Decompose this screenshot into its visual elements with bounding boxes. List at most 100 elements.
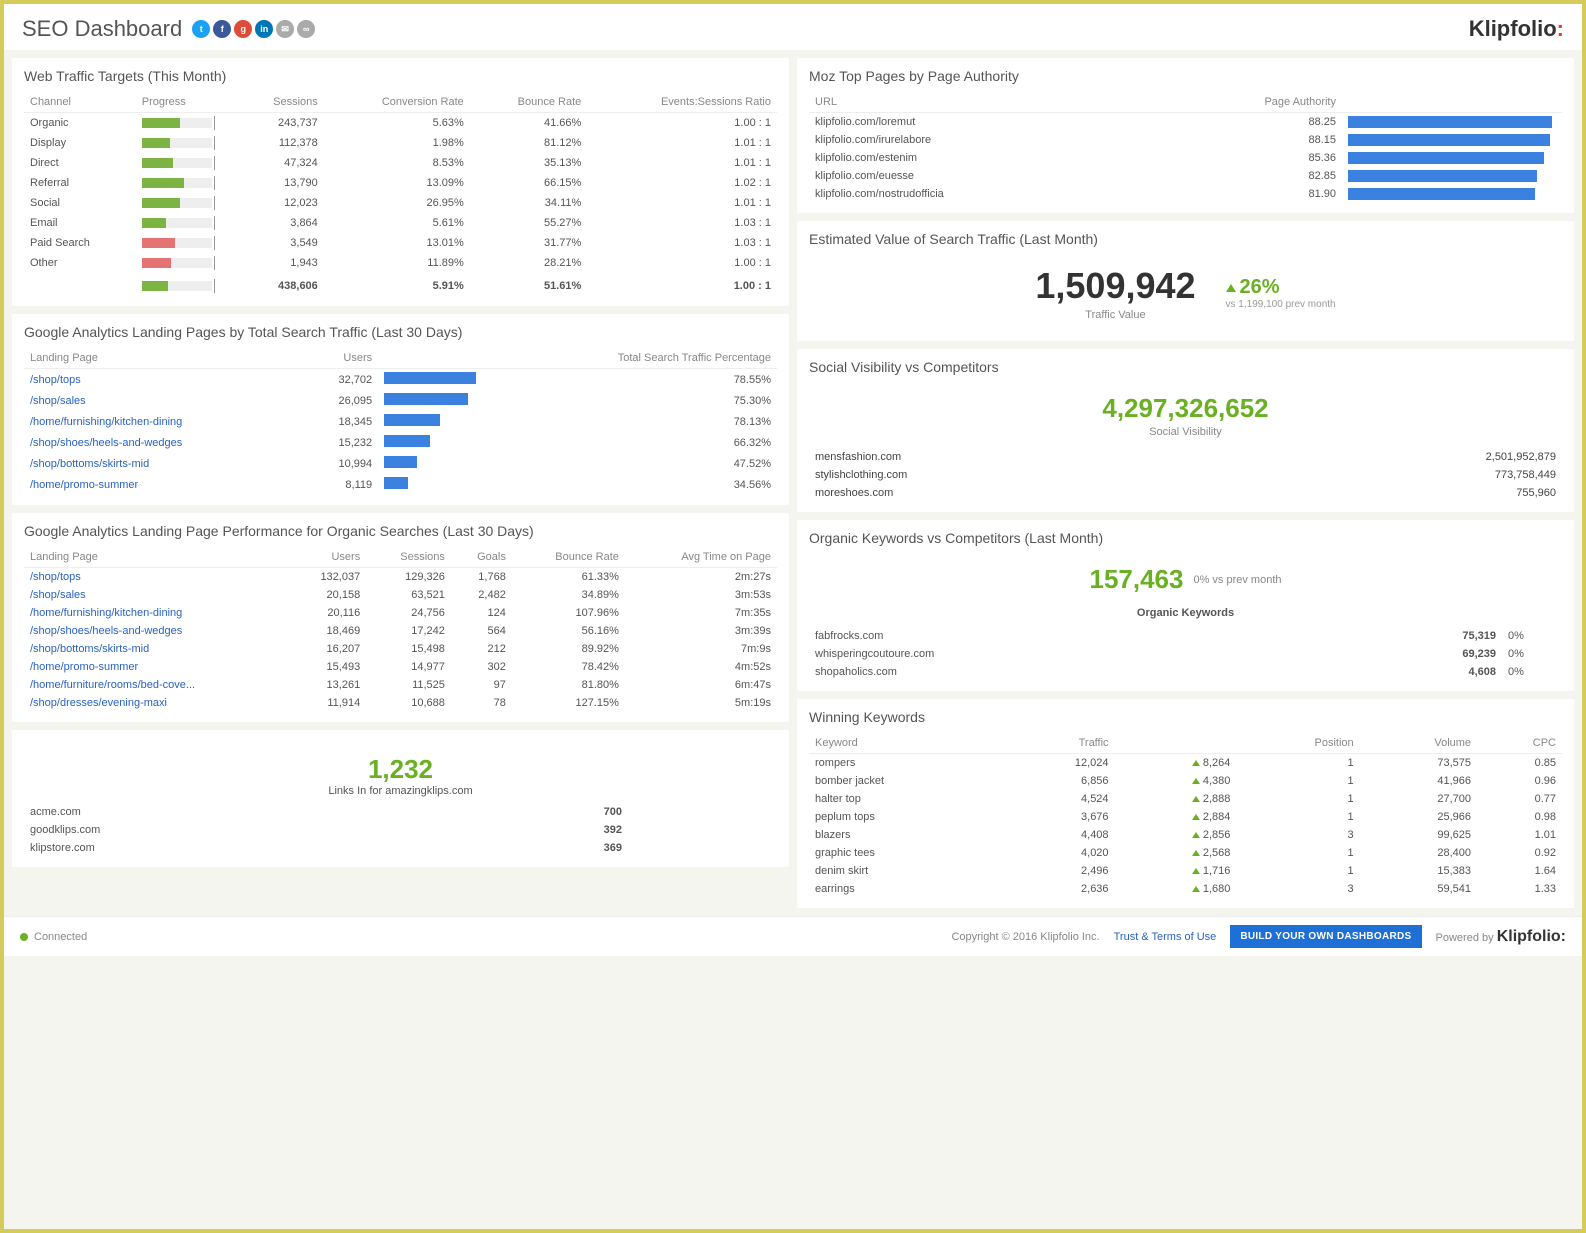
table-row: /home/promo-summer 15,493 14,977 302 78.… xyxy=(24,658,777,676)
up-icon xyxy=(1192,796,1200,802)
winning-panel: Winning Keywords Keyword Traffic Positio… xyxy=(797,699,1574,908)
social-icons: t f g in ✉ ∞ xyxy=(192,20,315,38)
panel-title: Social Visibility vs Competitors xyxy=(809,359,1562,375)
copyright: Copyright © 2016 Klipfolio Inc. xyxy=(951,931,1099,943)
traffic-targets-panel: Web Traffic Targets (This Month) Channel… xyxy=(12,58,789,306)
panel-title: Web Traffic Targets (This Month) xyxy=(24,68,777,84)
up-icon xyxy=(1192,778,1200,784)
table-row: klipfolio.com/estenim 85.36 xyxy=(809,149,1562,167)
table-row: /shop/dresses/evening-maxi 11,914 10,688… xyxy=(24,694,777,712)
table-row: /shop/shoes/heels-and-wedges 18,469 17,2… xyxy=(24,622,777,640)
org-kw-label: Organic Keywords xyxy=(809,607,1562,619)
landing-perf-panel: Google Analytics Landing Page Performanc… xyxy=(12,513,789,722)
table-row: bomber jacket 6,856 4,380 1 41,966 0.96 xyxy=(809,772,1562,790)
up-icon xyxy=(1192,886,1200,892)
table-row: /home/promo-summer 8,119 34.56% xyxy=(24,474,777,495)
gplus-icon[interactable]: g xyxy=(234,20,252,38)
traffic-value: 1,509,942 xyxy=(1035,265,1195,307)
table-row: Organic 243,737 5.63% 41.66% 1.00 : 1 xyxy=(24,113,777,134)
panel-title: Moz Top Pages by Page Authority xyxy=(809,68,1562,84)
links-in-label: Links In for amazingklips.com xyxy=(24,785,777,797)
moz-table: URL Page Authority klipfolio.com/loremut… xyxy=(809,92,1562,203)
table-row: halter top 4,524 2,888 1 27,700 0.77 xyxy=(809,790,1562,808)
social-vis-value: 4,297,326,652 xyxy=(809,393,1562,424)
table-row: fabfrocks.com 75,319 0% xyxy=(809,627,1562,645)
twitter-icon[interactable]: t xyxy=(192,20,210,38)
facebook-icon[interactable]: f xyxy=(213,20,231,38)
org-keywords-panel: Organic Keywords vs Competitors (Last Mo… xyxy=(797,520,1574,691)
table-row: /home/furnishing/kitchen-dining 18,345 7… xyxy=(24,411,777,432)
table-row: klipfolio.com/irurelabore 88.15 xyxy=(809,131,1562,149)
table-row: Email 3,864 5.61% 55.27% 1.03 : 1 xyxy=(24,213,777,233)
table-row: Direct 47,324 8.53% 35.13% 1.01 : 1 xyxy=(24,153,777,173)
up-icon xyxy=(1192,868,1200,874)
traffic-delta-sub: vs 1,199,100 prev month xyxy=(1226,299,1336,310)
est-value-panel: Estimated Value of Search Traffic (Last … xyxy=(797,221,1574,341)
traffic-targets-table: Channel Progress Sessions Conversion Rat… xyxy=(24,92,777,296)
table-row: klipfolio.com/euesse 82.85 xyxy=(809,167,1562,185)
up-icon xyxy=(1226,284,1236,292)
links-in-panel: 1,232 Links In for amazingklips.com acme… xyxy=(12,730,789,867)
landing-perf-table: Landing Page Users Sessions Goals Bounce… xyxy=(24,547,777,712)
table-row: Social 12,023 26.95% 34.11% 1.01 : 1 xyxy=(24,193,777,213)
table-row: Other 1,943 11.89% 28.21% 1.00 : 1 xyxy=(24,253,777,273)
table-row: /shop/bottoms/skirts-mid 10,994 47.52% xyxy=(24,453,777,474)
table-row: klipfolio.com/nostrudofficia 81.90 xyxy=(809,185,1562,203)
terms-link[interactable]: Trust & Terms of Use xyxy=(1114,931,1217,943)
org-kw-value: 157,463 xyxy=(1089,564,1183,595)
table-row: Display 112,378 1.98% 81.12% 1.01 : 1 xyxy=(24,133,777,153)
table-row: peplum tops 3,676 2,884 1 25,966 0.98 xyxy=(809,808,1562,826)
table-row: whisperingcoutoure.com 69,239 0% xyxy=(809,645,1562,663)
up-icon xyxy=(1192,832,1200,838)
landing-pages-panel: Google Analytics Landing Pages by Total … xyxy=(12,314,789,505)
table-row: goodklips.com 392 xyxy=(24,821,777,839)
panel-title: Organic Keywords vs Competitors (Last Mo… xyxy=(809,530,1562,546)
panel-title: Google Analytics Landing Pages by Total … xyxy=(24,324,777,340)
up-icon xyxy=(1192,760,1200,766)
table-row: /shop/tops 32,702 78.55% xyxy=(24,369,777,391)
linkedin-icon[interactable]: in xyxy=(255,20,273,38)
table-row: /shop/sales 26,095 75.30% xyxy=(24,390,777,411)
table-row: klipfolio.com/loremut 88.25 xyxy=(809,113,1562,132)
table-row: klipstore.com 369 xyxy=(24,839,777,857)
org-kw-table: fabfrocks.com 75,319 0% whisperingcoutou… xyxy=(809,627,1562,681)
page-title: SEO Dashboard xyxy=(22,16,182,42)
footer: Connected Copyright © 2016 Klipfolio Inc… xyxy=(4,916,1582,956)
table-row: /shop/sales 20,158 63,521 2,482 34.89% 3… xyxy=(24,586,777,604)
status-dot-icon xyxy=(20,933,28,941)
link-icon[interactable]: ∞ xyxy=(297,20,315,38)
org-kw-delta: 0% vs prev month xyxy=(1193,574,1281,586)
table-row: Referral 13,790 13.09% 66.15% 1.02 : 1 xyxy=(24,173,777,193)
competitor-row: mensfashion.com2,501,952,879 xyxy=(809,448,1562,466)
table-row: denim skirt 2,496 1,716 1 15,383 1.64 xyxy=(809,862,1562,880)
social-vis-label: Social Visibility xyxy=(809,426,1562,438)
table-row: /shop/shoes/heels-and-wedges 15,232 66.3… xyxy=(24,432,777,453)
table-row: /shop/bottoms/skirts-mid 16,207 15,498 2… xyxy=(24,640,777,658)
links-in-value: 1,232 xyxy=(24,754,777,785)
build-dashboards-button[interactable]: BUILD YOUR OWN DASHBOARDS xyxy=(1230,925,1421,948)
table-row: rompers 12,024 8,264 1 73,575 0.85 xyxy=(809,754,1562,773)
panel-title: Winning Keywords xyxy=(809,709,1562,725)
landing-pages-table: Landing Page Users Total Search Traffic … xyxy=(24,348,777,495)
up-icon xyxy=(1192,850,1200,856)
panel-title: Google Analytics Landing Page Performanc… xyxy=(24,523,777,539)
competitor-row: stylishclothing.com773,758,449 xyxy=(809,466,1562,484)
totals-row: 438,6065.91%51.61%1.00 : 1 xyxy=(24,273,777,296)
status-text: Connected xyxy=(34,931,87,943)
mail-icon[interactable]: ✉ xyxy=(276,20,294,38)
table-row: acme.com 700 xyxy=(24,803,777,821)
table-row: /home/furniture/rooms/bed-cove... 13,261… xyxy=(24,676,777,694)
social-vis-panel: Social Visibility vs Competitors 4,297,3… xyxy=(797,349,1574,512)
table-row: blazers 4,408 2,856 3 99,625 1.01 xyxy=(809,826,1562,844)
header: SEO Dashboard t f g in ✉ ∞ Klipfolio: xyxy=(4,4,1582,50)
table-row: shopaholics.com 4,608 0% xyxy=(809,663,1562,681)
powered-by: Powered by Klipfolio: xyxy=(1436,928,1566,946)
brand-logo: Klipfolio: xyxy=(1469,16,1564,42)
table-row: /shop/tops 132,037 129,326 1,768 61.33% … xyxy=(24,568,777,587)
table-row: graphic tees 4,020 2,568 1 28,400 0.92 xyxy=(809,844,1562,862)
up-icon xyxy=(1192,814,1200,820)
traffic-value-label: Traffic Value xyxy=(1035,309,1195,321)
table-row: earrings 2,636 1,680 3 59,541 1.33 xyxy=(809,880,1562,898)
competitor-row: moreshoes.com755,960 xyxy=(809,484,1562,502)
table-row: /home/furnishing/kitchen-dining 20,116 2… xyxy=(24,604,777,622)
